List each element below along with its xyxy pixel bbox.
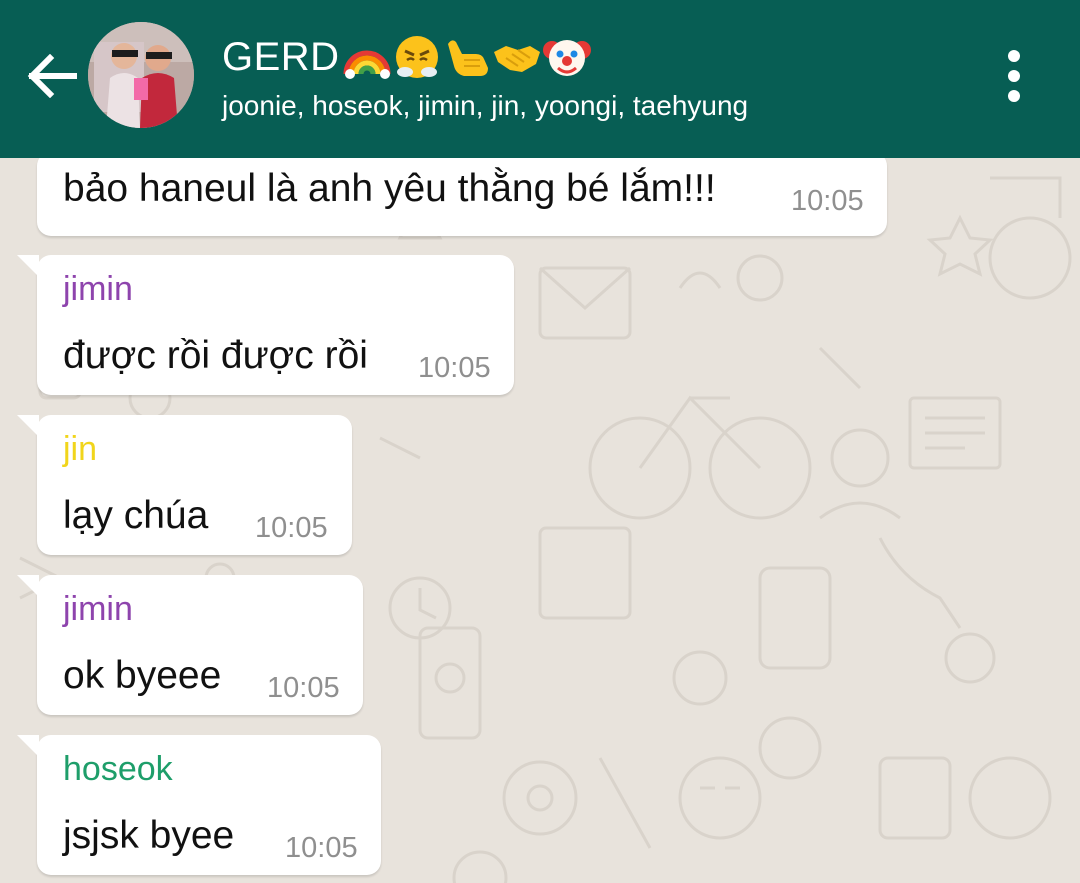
message-time: 10:05 xyxy=(791,185,864,217)
message-time: 10:05 xyxy=(418,352,491,384)
chat-header: GERD joonie, hoseok, jimin, jin, yoongi,… xyxy=(0,0,1080,158)
message-sender: hoseok xyxy=(63,750,173,788)
message-bubble[interactable]: jimin được rồi được rồi 10:05 xyxy=(17,255,514,395)
handshake-icon xyxy=(493,46,540,72)
chat-title-block[interactable]: GERD joonie, hoseok, jimin, jin, yoongi,… xyxy=(222,30,922,126)
message-time: 10:05 xyxy=(267,672,340,704)
chat-area[interactable]: bảo haneul là anh yêu thằng bé lắm!!! 10… xyxy=(0,158,1080,883)
title-emojis xyxy=(342,32,592,82)
back-button[interactable] xyxy=(20,44,84,108)
rainbow-icon xyxy=(343,50,391,79)
message-sender: jimin xyxy=(63,270,133,308)
message-bubble[interactable]: jin lạy chúa 10:05 xyxy=(17,415,352,555)
arrow-left-icon xyxy=(27,54,77,98)
message-text: ok byeee xyxy=(63,654,222,697)
more-options-button[interactable] xyxy=(990,46,1038,106)
message-text: bảo haneul là anh yêu thằng bé lắm!!! xyxy=(63,167,716,210)
clown-face-icon xyxy=(542,40,591,76)
call-me-hand-icon xyxy=(447,40,488,76)
message-bubble[interactable]: jimin ok byeee 10:05 xyxy=(17,575,363,715)
message-bubble[interactable]: bảo haneul là anh yêu thằng bé lắm!!! 10… xyxy=(37,158,887,236)
steam-face-icon xyxy=(395,36,438,78)
message-sender: jin xyxy=(63,430,98,468)
participants-list: joonie, hoseok, jimin, jin, yoongi, taeh… xyxy=(222,90,749,121)
message-text: jsjsk byee xyxy=(63,814,235,857)
more-vert-icon xyxy=(1008,50,1020,62)
message-text: được rồi được rồi xyxy=(63,334,368,377)
avatar-photo xyxy=(88,22,194,128)
group-avatar[interactable] xyxy=(88,22,194,128)
group-title: GERD xyxy=(222,35,340,79)
message-sender: jimin xyxy=(63,590,133,628)
message-bubble[interactable]: hoseok jsjsk byee 10:05 xyxy=(17,735,381,875)
message-time: 10:05 xyxy=(285,832,358,864)
message-text: lạy chúa xyxy=(63,494,209,537)
message-time: 10:05 xyxy=(255,512,328,544)
